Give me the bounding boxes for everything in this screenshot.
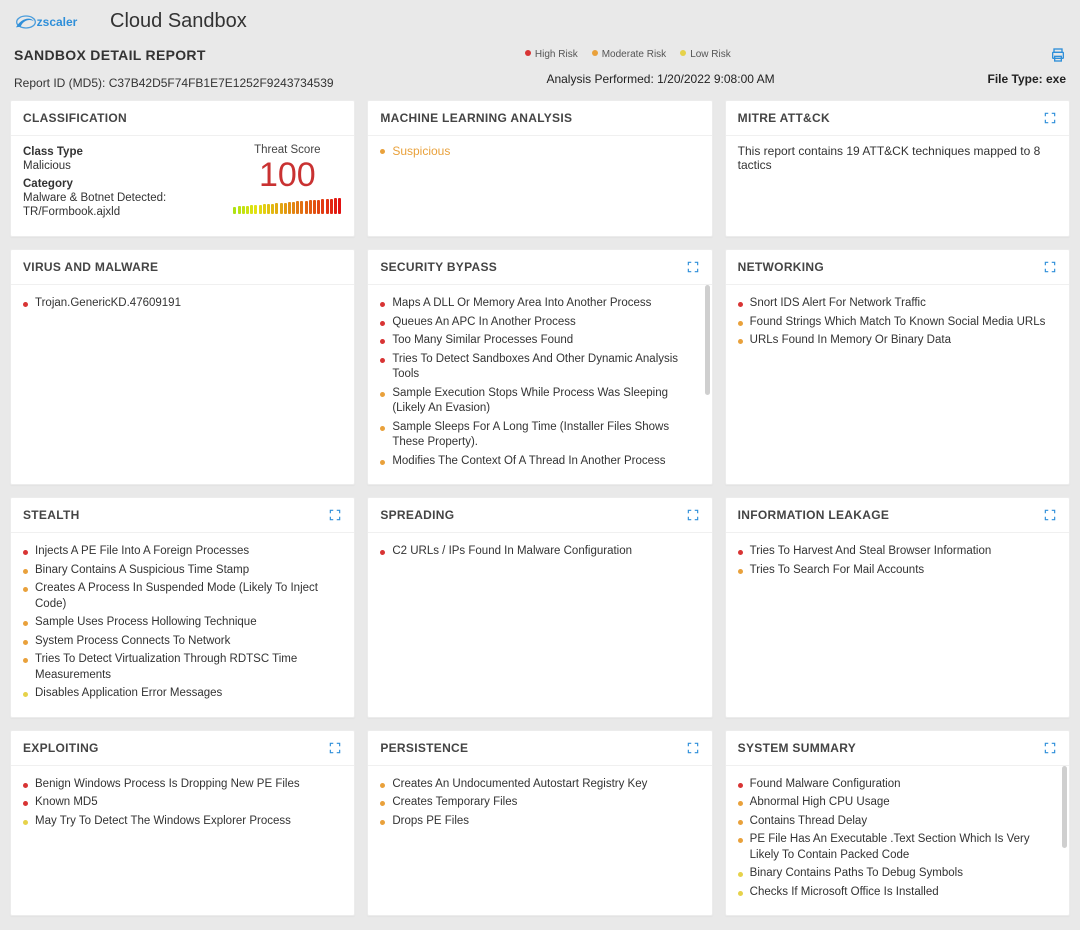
product-name: Cloud Sandbox — [110, 10, 247, 33]
card-title: SECURITY BYPASS — [380, 260, 497, 274]
card-title: MITRE ATT&CK — [738, 111, 830, 125]
list-item: May Try To Detect The Windows Explorer P… — [23, 814, 342, 830]
expand-icon[interactable] — [1043, 741, 1057, 755]
list-item: Sample Sleeps For A Long Time (Installer… — [380, 420, 699, 451]
class-type-value: Malicious — [23, 160, 212, 172]
list-item: Abnormal High CPU Usage — [738, 795, 1057, 811]
card-title: INFORMATION LEAKAGE — [738, 508, 889, 522]
scrollbar[interactable] — [1062, 766, 1067, 916]
file-type: File Type: exe — [988, 72, 1067, 90]
card-title: CLASSIFICATION — [23, 111, 127, 125]
category-value: Malware & Botnet Detected: — [23, 192, 212, 204]
expand-icon[interactable] — [1043, 508, 1057, 522]
analysis-timestamp: Analysis Performed: 1/20/2022 9:08:00 AM — [334, 72, 988, 90]
card-info-leakage: INFORMATION LEAKAGE Tries To Harvest And… — [725, 497, 1070, 718]
expand-icon[interactable] — [686, 741, 700, 755]
card-security-bypass: SECURITY BYPASS Maps A DLL Or Memory Are… — [367, 249, 712, 485]
list-item: Too Many Similar Processes Found — [380, 333, 699, 349]
card-persistence: PERSISTENCE Creates An Undocumented Auto… — [367, 730, 712, 917]
list-item: Binary Contains A Suspicious Time Stamp — [23, 563, 342, 579]
card-virus-malware: VIRUS AND MALWARE Trojan.GenericKD.47609… — [10, 249, 355, 485]
svg-text:zscaler: zscaler — [37, 15, 78, 29]
list-item: Disables Application Error Messages — [23, 686, 342, 702]
card-title: SPREADING — [380, 508, 454, 522]
expand-icon[interactable] — [328, 508, 342, 522]
list-item: Tries To Search For Mail Accounts — [738, 563, 1057, 579]
report-id: Report ID (MD5): C37B42D5F74FB1E7E1252F9… — [14, 76, 334, 90]
list-item: Checks If Microsoft Office Is Installed — [738, 885, 1057, 901]
list-item: PE File Has An Executable .Text Section … — [738, 832, 1057, 863]
list-item: Binary Contains Paths To Debug Symbols — [738, 866, 1057, 882]
list-item: Snort IDS Alert For Network Traffic — [738, 296, 1057, 312]
card-mitre: MITRE ATT&CK This report contains 19 ATT… — [725, 100, 1070, 237]
card-title: PERSISTENCE — [380, 741, 468, 755]
threat-score-bar-icon — [232, 198, 342, 214]
card-title: VIRUS AND MALWARE — [23, 260, 158, 274]
list-item: Queues An APC In Another Process — [380, 315, 699, 331]
scrollbar[interactable] — [705, 285, 710, 484]
list-item: Known MD5 — [23, 795, 342, 811]
card-grid: CLASSIFICATION Class Type Malicious Cate… — [0, 100, 1080, 930]
list-item: Injects A PE File Into A Foreign Process… — [23, 544, 342, 560]
card-exploiting: EXPLOITING Benign Windows Process Is Dro… — [10, 730, 355, 917]
brand-logo: zscaler Cloud Sandbox — [14, 10, 247, 33]
zscaler-logo-icon: zscaler — [14, 11, 94, 33]
card-classification: CLASSIFICATION Class Type Malicious Cate… — [10, 100, 355, 237]
class-type-label: Class Type — [23, 146, 212, 158]
list-item: Drops PE Files — [380, 814, 699, 830]
mitre-summary: This report contains 19 ATT&CK technique… — [738, 144, 1057, 172]
risk-legend: High Risk Moderate Risk Low Risk — [206, 49, 1050, 60]
list-item: Benign Windows Process Is Dropping New P… — [23, 777, 342, 793]
card-networking: NETWORKING Snort IDS Alert For Network T… — [725, 249, 1070, 485]
list-item: Contains Thread Delay — [738, 814, 1057, 830]
list-item: Sample Execution Stops While Process Was… — [380, 386, 699, 417]
card-title: STEALTH — [23, 508, 80, 522]
legend-low: Low Risk — [680, 49, 731, 60]
threat-score: Threat Score 100 — [232, 144, 342, 224]
list-item: System Process Connects To Network — [23, 634, 342, 650]
print-icon[interactable] — [1050, 47, 1066, 68]
list-item: Trojan.GenericKD.47609191 — [23, 296, 342, 312]
card-title: SYSTEM SUMMARY — [738, 741, 856, 755]
detection-name: TR/Formbook.ajxld — [23, 206, 212, 218]
list-item: Maps A DLL Or Memory Area Into Another P… — [380, 296, 699, 312]
list-item: Modifies The Context Of A Thread In Anot… — [380, 454, 699, 470]
list-item: Tries To Detect Sandboxes And Other Dyna… — [380, 352, 699, 383]
list-item: Creates Temporary Files — [380, 795, 699, 811]
list-item: Creates An Undocumented Autostart Regist… — [380, 777, 699, 793]
category-label: Category — [23, 178, 212, 190]
list-item: Found Malware Configuration — [738, 777, 1057, 793]
card-title: MACHINE LEARNING ANALYSIS — [380, 111, 572, 125]
list-item: URLs Found In Memory Or Binary Data — [738, 333, 1057, 349]
list-item: Sample Uses Process Hollowing Technique — [23, 615, 342, 631]
expand-icon[interactable] — [686, 260, 700, 274]
expand-icon[interactable] — [1043, 260, 1057, 274]
list-item: Found Strings Which Match To Known Socia… — [738, 315, 1057, 331]
page-title: SANDBOX DETAIL REPORT — [14, 47, 206, 63]
card-title: NETWORKING — [738, 260, 824, 274]
legend-high: High Risk — [525, 49, 578, 60]
list-item: Tries To Detect Virtualization Through R… — [23, 652, 342, 683]
card-ml-analysis: MACHINE LEARNING ANALYSIS Suspicious — [367, 100, 712, 237]
card-stealth: STEALTH Injects A PE File Into A Foreign… — [10, 497, 355, 718]
report-header: SANDBOX DETAIL REPORT High Risk Moderate… — [0, 41, 1080, 100]
list-item: Creates A Process In Suspended Mode (Lik… — [23, 581, 342, 612]
ml-verdict: Suspicious — [380, 144, 699, 158]
card-spreading: SPREADING C2 URLs / IPs Found In Malware… — [367, 497, 712, 718]
expand-icon[interactable] — [686, 508, 700, 522]
topbar: zscaler Cloud Sandbox — [0, 0, 1080, 41]
expand-icon[interactable] — [1043, 111, 1057, 125]
legend-medium: Moderate Risk — [592, 49, 666, 60]
expand-icon[interactable] — [328, 741, 342, 755]
card-title: EXPLOITING — [23, 741, 99, 755]
card-system-summary: SYSTEM SUMMARY Found Malware Configurati… — [725, 730, 1070, 917]
list-item: Tries To Harvest And Steal Browser Infor… — [738, 544, 1057, 560]
list-item: C2 URLs / IPs Found In Malware Configura… — [380, 544, 699, 560]
